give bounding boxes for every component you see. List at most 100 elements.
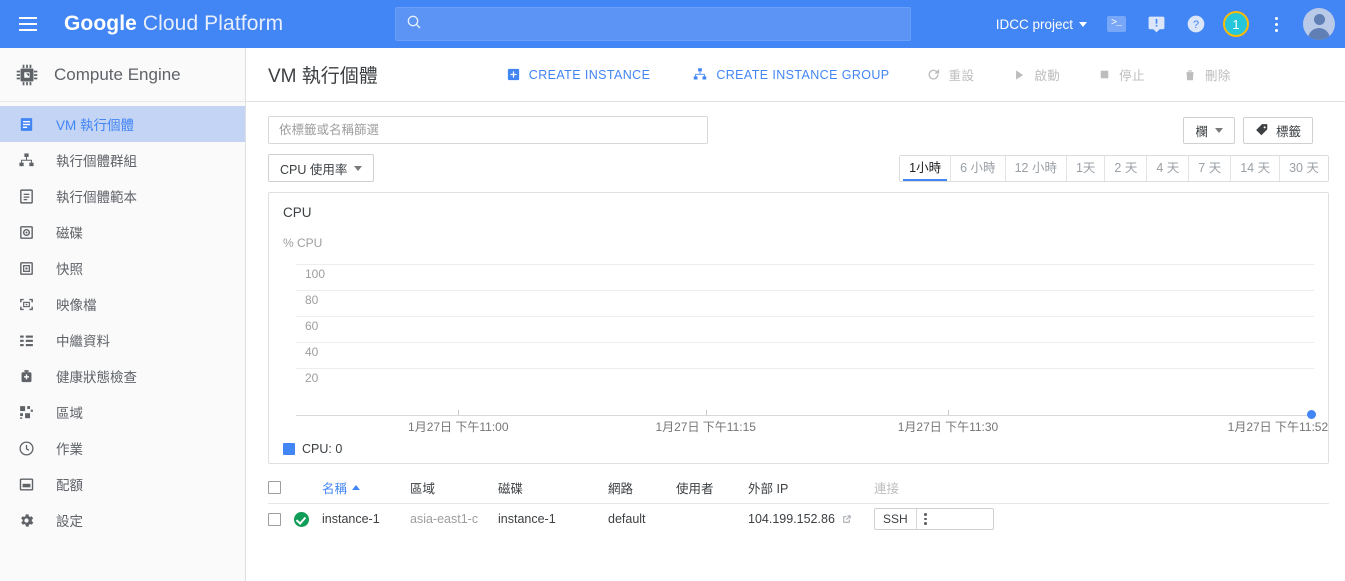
sidebar-item-snapshots[interactable]: 快照: [0, 250, 245, 286]
row-zone: asia-east1-c: [410, 512, 479, 526]
filter-input[interactable]: [268, 116, 708, 144]
column-header-user[interactable]: 使用者: [676, 478, 748, 497]
row-checkbox[interactable]: [268, 512, 281, 526]
y-tick-60: 60: [305, 319, 319, 333]
ssh-button-label: SSH: [875, 509, 917, 529]
sidebar-item-label: 映像檔: [56, 298, 97, 313]
sidebar-item-label: 作業: [56, 442, 83, 457]
sidebar-item-instance-templates[interactable]: 執行個體範本: [0, 178, 245, 214]
table-row[interactable]: instance-1 asia-east1-c instance-1 defau…: [268, 504, 1329, 534]
column-header-name-label: 名稱: [322, 482, 348, 496]
reset-button[interactable]: 重設: [926, 65, 975, 84]
filter-row: 欄 標籤: [246, 102, 1345, 144]
x-tick-label-4: 1月27日 下午11:52: [1227, 420, 1329, 434]
zones-icon: [18, 404, 40, 421]
create-instance-button[interactable]: CREATE INSTANCE: [506, 67, 651, 82]
y-tick-20: 20: [305, 371, 319, 385]
sidebar-item-vm-instances[interactable]: VM 執行個體: [0, 106, 245, 142]
sidebar-item-health-checks[interactable]: 健康狀態檢查: [0, 358, 245, 394]
row-instance-name[interactable]: instance-1: [322, 512, 410, 526]
chevron-down-icon: [354, 165, 363, 171]
select-all-checkbox[interactable]: [268, 481, 281, 494]
more-options-button[interactable]: [1257, 5, 1295, 43]
sidebar-item-metadata[interactable]: 中繼資料: [0, 322, 245, 358]
disk-icon: [18, 224, 40, 241]
cloud-shell-button[interactable]: >_: [1097, 5, 1135, 43]
stop-square-icon: [1100, 70, 1109, 79]
search-box[interactable]: [395, 7, 912, 41]
main-content: VM 執行個體 CREATE INSTANCE CREATE INSTANCE …: [246, 48, 1345, 581]
add-instance-icon: [507, 68, 519, 81]
sidebar-item-zones[interactable]: 區域: [0, 394, 245, 430]
sidebar-item-operations[interactable]: 作業: [0, 430, 245, 466]
instances-table: 名稱 區域 磁碟 網路 使用者 外部 IP 連接 instance-1 asia…: [268, 476, 1329, 534]
brand-logo[interactable]: Google Cloud Platform: [64, 12, 283, 36]
x-tick-mark: [458, 410, 460, 415]
search-input[interactable]: [430, 15, 901, 33]
external-link-icon[interactable]: [841, 514, 852, 525]
start-button[interactable]: 啟動: [1012, 65, 1060, 84]
top-header-bar: Google Cloud Platform IDCC project >_ ? …: [0, 0, 1345, 48]
column-header-name[interactable]: 名稱: [322, 478, 410, 497]
instance-groups-icon: [18, 152, 40, 169]
legend-toggle-checkbox[interactable]: [283, 443, 295, 455]
sidebar-item-settings[interactable]: 設定: [0, 502, 245, 538]
labels-label: 標籤: [1275, 124, 1301, 139]
labels-button[interactable]: 標籤: [1242, 116, 1313, 144]
time-range-7d[interactable]: 7 天: [1189, 155, 1232, 181]
sidebar-item-label: 健康狀態檢查: [56, 370, 137, 385]
column-header-disk[interactable]: 磁碟: [498, 478, 608, 497]
health-check-icon: [18, 368, 40, 385]
stop-button[interactable]: 停止: [1098, 65, 1145, 84]
search-container: [395, 7, 912, 41]
project-selector[interactable]: IDCC project: [988, 11, 1095, 38]
row-external-ip: 104.199.152.86: [748, 512, 835, 526]
row-network: default: [608, 512, 646, 526]
sidebar-item-quotas[interactable]: 配額: [0, 466, 245, 502]
column-header-external-ip[interactable]: 外部 IP: [748, 478, 874, 497]
column-header-network[interactable]: 網路: [608, 478, 676, 497]
sidebar-item-label: 中繼資料: [56, 334, 110, 349]
add-instance-group-icon: [694, 68, 707, 80]
gridline-20: [296, 368, 1314, 369]
cpu-chip-icon: [16, 64, 38, 85]
time-range-30d[interactable]: 30 天: [1280, 155, 1328, 181]
column-header-zone[interactable]: 區域: [410, 478, 498, 497]
sidebar-product-header: Compute Engine: [0, 48, 245, 102]
gridline-40: [296, 342, 1314, 343]
avatar[interactable]: [1303, 8, 1335, 40]
x-tick-mark: [947, 410, 949, 415]
sidebar-item-images[interactable]: 映像檔: [0, 286, 245, 322]
time-range-12h[interactable]: 12 小時: [1005, 155, 1067, 181]
help-button[interactable]: ?: [1177, 5, 1215, 43]
time-range-14d[interactable]: 14 天: [1231, 155, 1281, 181]
create-instance-group-label: CREATE INSTANCE GROUP: [716, 67, 890, 82]
time-range-2d[interactable]: 2 天: [1105, 155, 1148, 181]
start-label: 啟動: [1034, 69, 1061, 83]
feedback-button[interactable]: [1137, 5, 1175, 43]
operations-clock-icon: [18, 440, 40, 457]
hamburger-menu-icon[interactable]: [4, 0, 52, 48]
page-body: Compute Engine VM 執行個體 執行個體群組 執行個體範本 磁碟 …: [0, 48, 1345, 581]
metric-selector[interactable]: CPU 使用率: [268, 154, 375, 182]
sidebar-item-disks[interactable]: 磁碟: [0, 214, 245, 250]
y-tick-100: 100: [305, 267, 326, 281]
sidebar-item-label: 設定: [56, 514, 83, 529]
sort-ascending-icon: [352, 485, 361, 490]
sidebar-item-instance-groups[interactable]: 執行個體群組: [0, 142, 245, 178]
time-range-4d[interactable]: 4 天: [1147, 155, 1190, 181]
time-range-1d[interactable]: 1天: [1066, 155, 1106, 181]
select-all-cell: [268, 481, 294, 494]
notification-badge-button[interactable]: 1: [1217, 5, 1255, 43]
ssh-button[interactable]: SSH: [874, 508, 994, 530]
chart-title: CPU: [283, 205, 312, 220]
time-range-1h[interactable]: 1小時: [900, 155, 952, 181]
x-tick-mark: [705, 410, 707, 415]
columns-button[interactable]: 欄: [1183, 116, 1235, 144]
create-instance-group-button[interactable]: CREATE INSTANCE GROUP: [692, 67, 889, 82]
vertical-dots-icon[interactable]: [917, 509, 935, 529]
chart-data-point: [1307, 410, 1316, 419]
brand-cloud-platform: Cloud Platform: [136, 12, 284, 35]
delete-button[interactable]: 刪除: [1183, 65, 1231, 84]
time-range-6h[interactable]: 6 小時: [951, 155, 1006, 181]
